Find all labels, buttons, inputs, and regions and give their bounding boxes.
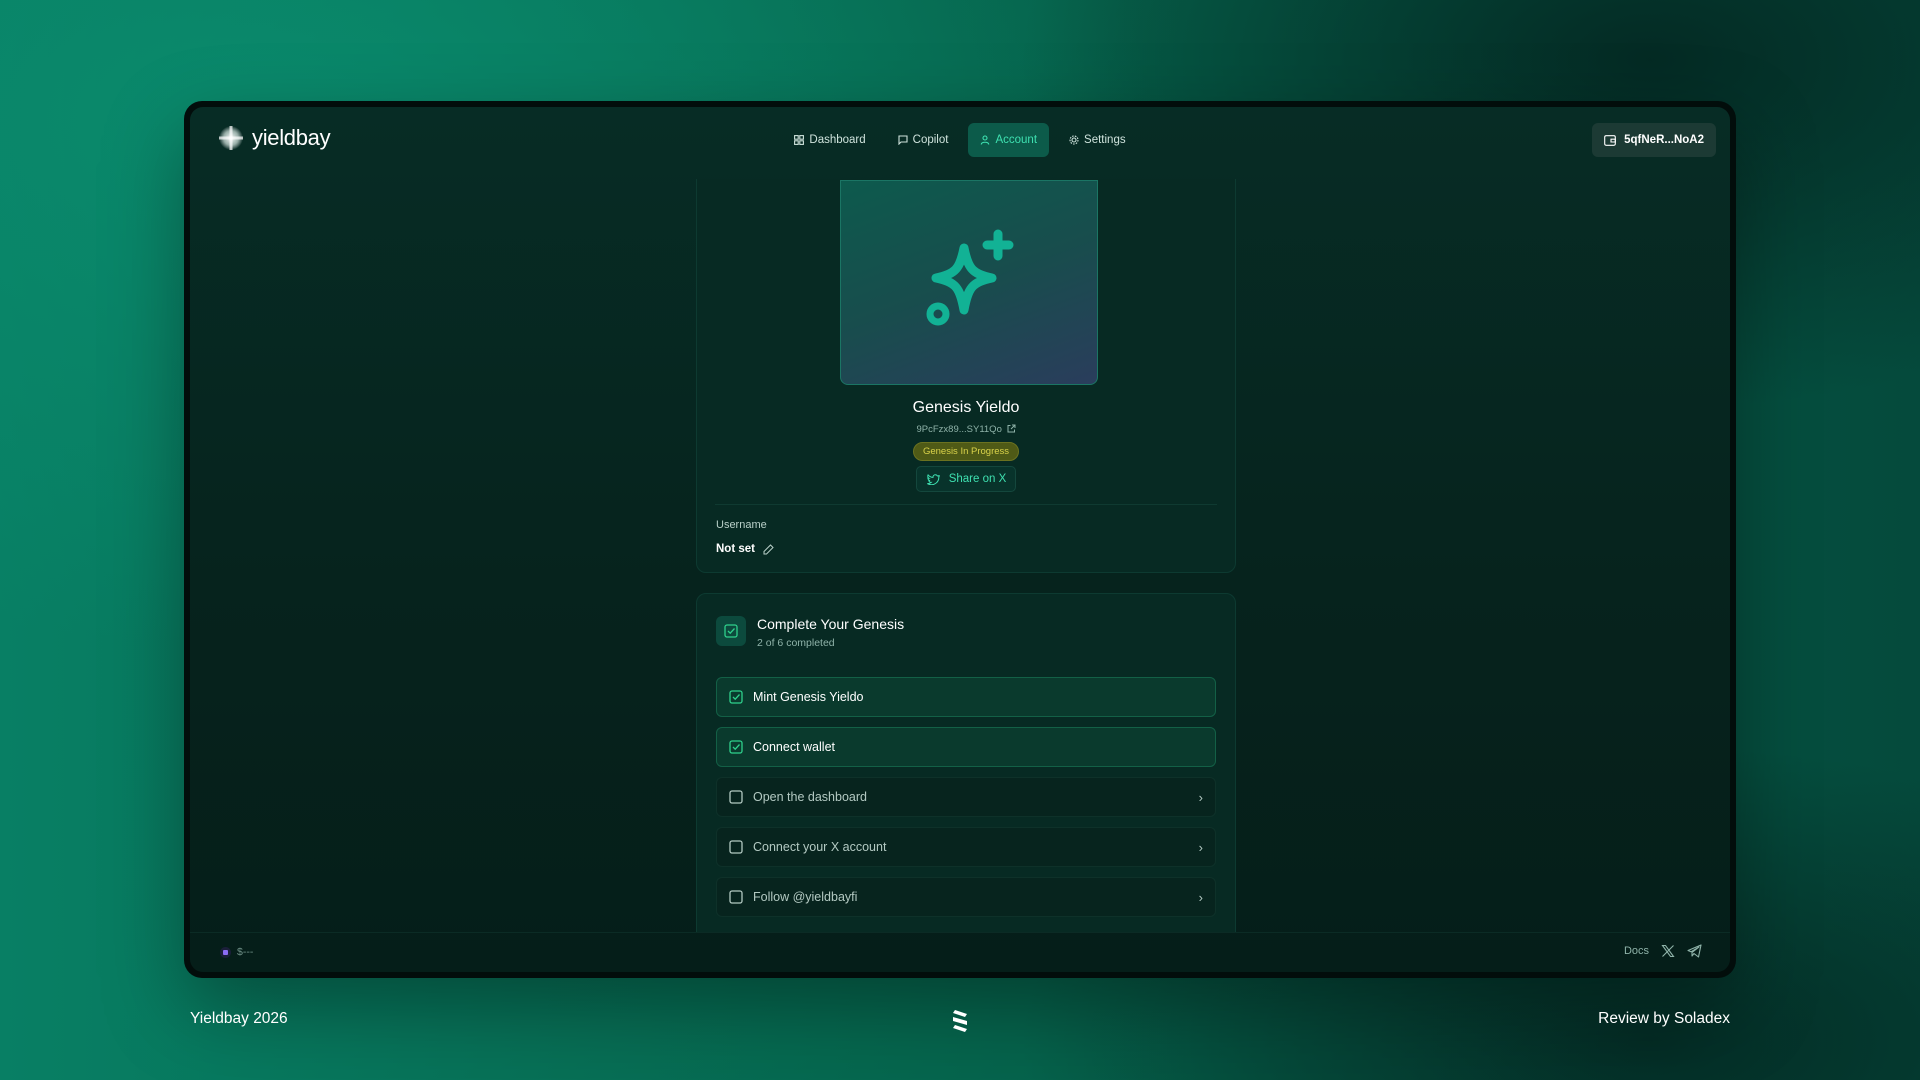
page-footer-right: Review by Soladex <box>1598 1010 1730 1027</box>
share-label: Share on X <box>948 473 1007 485</box>
edit-pencil-icon[interactable] <box>763 543 774 555</box>
task-connect-x[interactable]: Connect your X account › <box>716 827 1216 867</box>
nav-account[interactable]: Account <box>968 123 1050 157</box>
nav-copilot-label: Copilot <box>912 134 949 146</box>
token-logo-icon <box>220 946 231 958</box>
wallet-icon <box>1604 134 1616 146</box>
status-badge: Genesis In Progress <box>912 442 1020 461</box>
task-label: Mint Genesis Yieldo <box>753 690 864 704</box>
check-square-icon <box>729 740 743 754</box>
check-square-icon <box>724 624 738 638</box>
token-price: $--- <box>220 946 253 958</box>
nav-dashboard[interactable]: Dashboard <box>782 123 877 157</box>
status-bar: $--- Docs <box>190 932 1730 972</box>
empty-checkbox-icon <box>729 840 743 854</box>
genesis-card: Complete Your Genesis 2 of 6 completed M… <box>696 593 1236 933</box>
user-icon <box>981 135 990 145</box>
app-screen: yieldbay Dashboard Copilot Account Setti… <box>190 107 1730 972</box>
grid-icon <box>794 135 805 145</box>
divider <box>715 504 1217 505</box>
page-footer-left: Yieldbay 2026 <box>190 1010 288 1027</box>
task-label: Follow @yieldbayfi <box>753 890 858 904</box>
sparkle-icon <box>926 229 1014 325</box>
genesis-checklist-icon-wrap <box>716 616 746 646</box>
chevron-right-icon: › <box>1198 789 1203 805</box>
profile-card: Genesis Yieldo 9PcFzx89...SY11Qo Genesis… <box>696 179 1236 573</box>
docs-link[interactable]: Docs <box>1624 945 1649 957</box>
username-label: Username <box>716 519 767 531</box>
gear-icon <box>1069 135 1079 145</box>
genesis-title: Complete Your Genesis <box>757 616 905 632</box>
token-price-value: $--- <box>237 946 254 958</box>
check-square-icon <box>729 690 743 704</box>
telegram-icon[interactable] <box>1687 944 1702 958</box>
nft-title: Genesis Yieldo <box>912 399 1020 416</box>
nft-address[interactable]: 9PcFzx89...SY11Qo <box>697 424 1235 435</box>
task-label: Connect wallet <box>753 740 835 754</box>
nav-dashboard-label: Dashboard <box>809 134 866 146</box>
nav-settings-label: Settings <box>1084 134 1126 146</box>
x-logo-icon[interactable] <box>1661 944 1675 958</box>
twitter-bird-icon <box>926 473 940 485</box>
top-header: yieldbay Dashboard Copilot Account Setti… <box>190 107 1730 179</box>
external-link-icon[interactable] <box>1007 424 1016 433</box>
empty-checkbox-icon <box>729 890 743 904</box>
footer-links: Docs <box>1624 944 1702 958</box>
wallet-address: 5qfNeR...NoA2 <box>1624 134 1704 146</box>
task-label: Open the dashboard <box>753 790 867 804</box>
empty-checkbox-icon <box>729 790 743 804</box>
chevron-right-icon: › <box>1198 839 1203 855</box>
nav-account-label: Account <box>995 134 1038 146</box>
share-container: Share on X <box>697 466 1235 492</box>
task-connect-wallet[interactable]: Connect wallet <box>716 727 1216 767</box>
chat-icon <box>898 135 908 145</box>
nft-address-text: 9PcFzx89...SY11Qo <box>916 424 1002 435</box>
task-follow-yieldbay[interactable]: Follow @yieldbayfi › <box>716 877 1216 917</box>
genesis-progress: 2 of 6 completed <box>757 637 835 649</box>
badge-container: Genesis In Progress <box>697 441 1235 461</box>
task-label: Connect your X account <box>753 840 887 854</box>
chevron-right-icon: › <box>1198 889 1203 905</box>
task-open-dashboard[interactable]: Open the dashboard › <box>716 777 1216 817</box>
soladex-logo-icon <box>953 1010 967 1032</box>
share-on-x-button[interactable]: Share on X <box>915 466 1017 492</box>
nav-settings[interactable]: Settings <box>1057 123 1138 157</box>
nft-image <box>840 180 1098 385</box>
wallet-button[interactable]: 5qfNeR...NoA2 <box>1592 123 1716 157</box>
nav-copilot[interactable]: Copilot <box>886 123 961 157</box>
main-nav: Dashboard Copilot Account Settings <box>190 123 1730 157</box>
username-value: Not set <box>716 543 755 555</box>
main-content[interactable]: Genesis Yieldo 9PcFzx89...SY11Qo Genesis… <box>190 179 1730 933</box>
username-value-row: Not set <box>716 543 774 555</box>
app-window: yieldbay Dashboard Copilot Account Setti… <box>184 101 1736 978</box>
task-mint-genesis[interactable]: Mint Genesis Yieldo <box>716 677 1216 717</box>
